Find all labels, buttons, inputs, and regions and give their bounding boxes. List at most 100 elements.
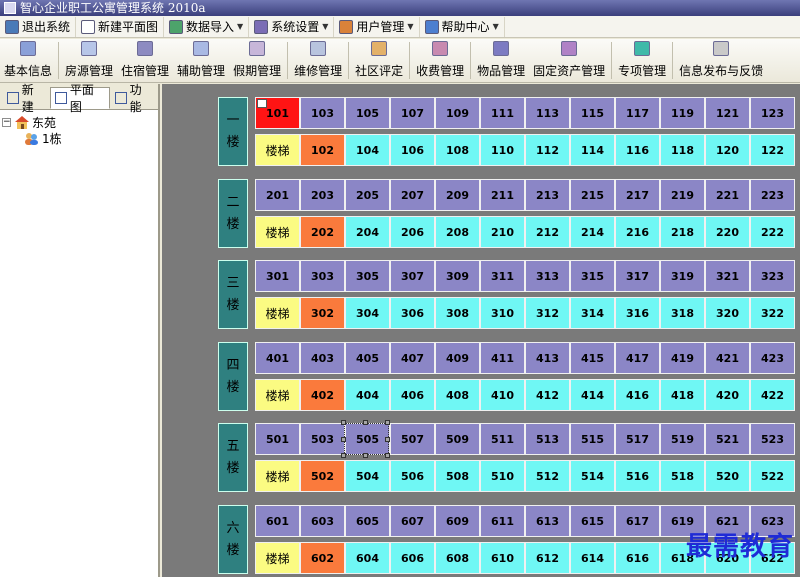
room-cell[interactable]: 109 (435, 97, 480, 129)
room-cell[interactable]: 411 (480, 342, 525, 374)
room-cell[interactable]: 307 (390, 260, 435, 292)
resize-handle[interactable] (385, 453, 390, 458)
room-cell[interactable]: 312 (525, 297, 570, 329)
toolbar-bed-button[interactable]: 住宿管理 (117, 39, 173, 82)
room-cell[interactable]: 501 (255, 423, 300, 455)
room-cell[interactable]: 523 (750, 423, 795, 455)
room-cell[interactable]: 603 (300, 505, 345, 537)
room-cell[interactable]: 313 (525, 260, 570, 292)
room-cell[interactable]: 303 (300, 260, 345, 292)
tab-new-doc[interactable]: 新建 (2, 83, 50, 114)
room-cell[interactable]: 302 (300, 297, 345, 329)
room-cell[interactable]: 203 (300, 179, 345, 211)
room-cell[interactable]: 122 (750, 134, 795, 166)
room-cell[interactable]: 117 (615, 97, 660, 129)
room-cell[interactable]: 119 (660, 97, 705, 129)
room-cell[interactable]: 204 (345, 216, 390, 248)
room-cell[interactable]: 610 (480, 542, 525, 574)
room-cell[interactable]: 601 (255, 505, 300, 537)
room-cell[interactable]: 104 (345, 134, 390, 166)
room-cell[interactable]: 108 (435, 134, 480, 166)
toolbar-special-button[interactable]: 专项管理 (614, 39, 670, 82)
room-cell[interactable]: 403 (300, 342, 345, 374)
room-cell[interactable]: 502 (300, 460, 345, 492)
room-cell[interactable]: 217 (615, 179, 660, 211)
room-cell[interactable]: 121 (705, 97, 750, 129)
room-cell[interactable]: 604 (345, 542, 390, 574)
room-cell[interactable]: 606 (390, 542, 435, 574)
room-cell[interactable]: 202 (300, 216, 345, 248)
room-cell[interactable]: 216 (615, 216, 660, 248)
room-cell[interactable]: 401 (255, 342, 300, 374)
room-cell[interactable]: 519 (660, 423, 705, 455)
toolbar-holiday-button[interactable]: 假期管理 (229, 39, 285, 82)
room-cell[interactable]: 118 (660, 134, 705, 166)
room-cell[interactable]: 315 (570, 260, 615, 292)
room-cell[interactable]: 507 (390, 423, 435, 455)
stair-cell[interactable]: 楼梯 (255, 297, 300, 329)
room-cell[interactable]: 116 (615, 134, 660, 166)
room-cell[interactable]: 309 (435, 260, 480, 292)
resize-handle[interactable] (341, 453, 346, 458)
menu-users[interactable]: 用户管理 ▼ (334, 16, 420, 37)
room-cell[interactable]: 311 (480, 260, 525, 292)
room-cell[interactable]: 406 (390, 379, 435, 411)
room-cell[interactable]: 310 (480, 297, 525, 329)
room-cell[interactable]: 219 (660, 179, 705, 211)
room-cell[interactable]: 420 (705, 379, 750, 411)
room-cell[interactable]: 412 (525, 379, 570, 411)
room-cell[interactable]: 520 (705, 460, 750, 492)
room-cell[interactable]: 319 (660, 260, 705, 292)
room-cell[interactable]: 106 (390, 134, 435, 166)
room-cell[interactable]: 409 (435, 342, 480, 374)
room-cell[interactable]: 210 (480, 216, 525, 248)
room-cell[interactable]: 316 (615, 297, 660, 329)
room-cell[interactable]: 505 (341, 420, 390, 458)
room-cell[interactable]: 602 (300, 542, 345, 574)
room-cell[interactable]: 201 (255, 179, 300, 211)
room-cell[interactable]: 306 (390, 297, 435, 329)
room-cell[interactable]: 114 (570, 134, 615, 166)
room-cell[interactable]: 305 (345, 260, 390, 292)
tree-node-root[interactable]: − 东苑 (2, 114, 156, 130)
room-cell[interactable]: 415 (570, 342, 615, 374)
toolbar-community-button[interactable]: 社区评定 (351, 39, 407, 82)
room-cell[interactable]: 212 (525, 216, 570, 248)
room-cell[interactable]: 317 (615, 260, 660, 292)
room-cell[interactable]: 413 (525, 342, 570, 374)
toolbar-fee-button[interactable]: 收费管理 (412, 39, 468, 82)
room-cell[interactable]: 506 (390, 460, 435, 492)
room-cell[interactable]: 414 (570, 379, 615, 411)
tab-plan[interactable]: 平面图 (50, 83, 110, 114)
toolbar-message-button[interactable]: 信息发布与反馈 (675, 39, 767, 82)
room-cell[interactable]: 609 (435, 505, 480, 537)
room-cell[interactable]: 504 (345, 460, 390, 492)
room-cell[interactable]: 105 (345, 97, 390, 129)
room-cell[interactable]: 220 (705, 216, 750, 248)
room-cell[interactable]: 102 (300, 134, 345, 166)
room-cell[interactable]: 107 (390, 97, 435, 129)
room-cell[interactable]: 614 (570, 542, 615, 574)
room-cell[interactable]: 318 (660, 297, 705, 329)
room-cell[interactable]: 322 (750, 297, 795, 329)
room-cell[interactable]: 617 (615, 505, 660, 537)
room-cell[interactable]: 223 (750, 179, 795, 211)
room-cell[interactable]: 408 (435, 379, 480, 411)
resize-handle[interactable] (363, 420, 368, 425)
room-cell[interactable]: 512 (525, 460, 570, 492)
room-cell[interactable]: 513 (525, 423, 570, 455)
room-cell[interactable]: 209 (435, 179, 480, 211)
room-cell[interactable]: 509 (435, 423, 480, 455)
room-cell[interactable]: 123 (750, 97, 795, 129)
room-cell[interactable]: 215 (570, 179, 615, 211)
menu-new-document[interactable]: 新建平面图 (76, 16, 165, 37)
room-cell[interactable]: 511 (480, 423, 525, 455)
room-cell[interactable]: 221 (705, 179, 750, 211)
menu-import[interactable]: 数据导入 ▼ (164, 16, 250, 37)
room-cell[interactable]: 110 (480, 134, 525, 166)
menu-help[interactable]: 帮助中心 ▼ (420, 16, 505, 37)
resize-handle[interactable] (363, 453, 368, 458)
room-cell[interactable]: 321 (705, 260, 750, 292)
stair-cell[interactable]: 楼梯 (255, 379, 300, 411)
toolbar-house-list-button[interactable]: 房源管理 (61, 39, 117, 82)
